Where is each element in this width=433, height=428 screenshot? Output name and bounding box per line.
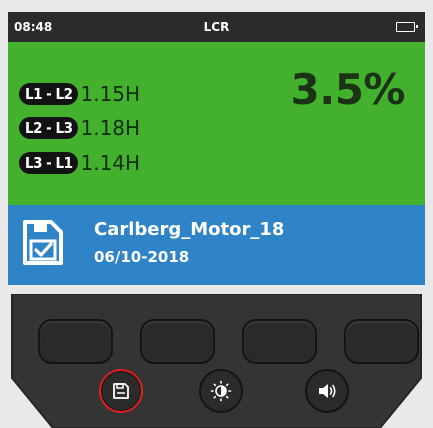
save-button[interactable] — [99, 369, 143, 413]
phase-label: L3 - L1 — [19, 152, 79, 174]
soft-key-3[interactable] — [242, 319, 317, 364]
reading-row-l1-l2: L1 - L2 1.15H — [19, 82, 141, 106]
device-screen: 08:48 LCR L1 - L2 1.15H L2 - L3 1.18H L3… — [8, 12, 425, 285]
soft-key-1[interactable] — [38, 319, 113, 364]
saved-file-panel[interactable]: Carlberg_Motor_18 06/10-2018 — [8, 205, 425, 285]
inductance-value: 1.15H — [80, 82, 141, 106]
file-date: 06/10-2018 — [94, 248, 190, 266]
volume-button[interactable] — [305, 369, 349, 413]
device-button-panel — [0, 294, 433, 428]
inductance-value: 1.18H — [80, 116, 141, 140]
status-bar: 08:48 LCR — [8, 12, 425, 42]
soft-key-2[interactable] — [140, 319, 215, 364]
save-check-icon — [23, 220, 63, 265]
measurement-panel: L1 - L2 1.15H L2 - L3 1.18H L3 - L1 1.14… — [8, 42, 425, 205]
reading-row-l3-l1: L3 - L1 1.14H — [19, 151, 141, 175]
file-name: Carlberg_Motor_18 — [94, 219, 285, 240]
phase-label: L1 - L2 — [19, 83, 79, 105]
unbalance-percentage: 3.5% — [290, 65, 406, 114]
soft-key-4[interactable] — [344, 319, 419, 364]
reading-row-l2-l3: L2 - L3 1.18H — [19, 116, 141, 140]
volume-icon — [319, 384, 336, 398]
battery-icon — [396, 22, 418, 32]
inductance-value: 1.14H — [80, 151, 141, 175]
phase-label: L2 - L3 — [19, 117, 79, 139]
brightness-icon — [210, 380, 232, 402]
brightness-button[interactable] — [199, 369, 243, 413]
screen-title: LCR — [203, 20, 230, 34]
save-icon — [113, 383, 129, 399]
